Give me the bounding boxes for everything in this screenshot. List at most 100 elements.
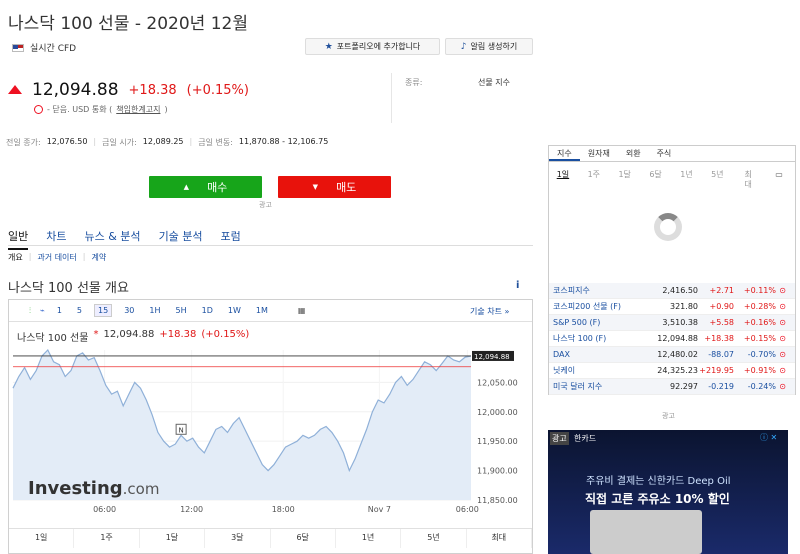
range-1m[interactable]: 1달 bbox=[140, 529, 206, 548]
range-6m[interactable]: 6달 bbox=[271, 529, 336, 548]
row-name[interactable]: 닛케이 bbox=[553, 365, 643, 376]
ad-label: 광고 bbox=[259, 201, 272, 209]
buy-button[interactable]: ▲ 매수 bbox=[149, 176, 262, 198]
table-row[interactable]: 나스닥 100 (F) 12,094.88 +18.38 +0.15% ⊙ bbox=[549, 331, 795, 347]
chat-icon[interactable]: ▭ bbox=[772, 170, 786, 190]
chart-toolbar: ⫶ ⌁ 1 5 15 30 1H 5H 1D 1W 1M ▦ bbox=[9, 300, 532, 322]
period-1m[interactable]: 1달 bbox=[618, 170, 632, 190]
last-price: 12,094.88 bbox=[32, 80, 119, 100]
timeframe-30[interactable]: 30 bbox=[121, 305, 137, 316]
row-name[interactable]: 미국 달러 지수 bbox=[553, 381, 643, 392]
status-dot-icon: ⊙ bbox=[779, 318, 786, 327]
row-name[interactable]: DAX bbox=[553, 350, 643, 359]
candle-icon[interactable]: ⫶ bbox=[29, 306, 31, 316]
price-row: 12,094.88 +18.38 (+0.15%) bbox=[8, 80, 249, 100]
subtab-historical[interactable]: 과거 데이터 bbox=[37, 252, 76, 263]
tab-news[interactable]: 뉴스 & 분석 bbox=[85, 228, 141, 250]
timeframe-1[interactable]: 1 bbox=[54, 305, 65, 316]
tab-forum[interactable]: 포럼 bbox=[221, 228, 241, 250]
period-1d[interactable]: 1일 bbox=[556, 170, 570, 190]
us-flag-icon bbox=[12, 43, 24, 52]
row-name[interactable]: S&P 500 (F) bbox=[553, 318, 643, 327]
price-chart[interactable]: 12,050.00 12,000.00 11,950.00 11,900.00 11,8… bbox=[9, 340, 532, 528]
row-last: 3,510.38 bbox=[662, 318, 698, 327]
period-max[interactable]: 최대 bbox=[741, 170, 755, 190]
row-last: 24,325.23 bbox=[657, 366, 698, 375]
row-last: 2,416.50 bbox=[662, 286, 698, 295]
table-row[interactable]: 미국 달러 지수 92.297 -0.219 -0.24% ⊙ bbox=[549, 379, 795, 395]
realtime-label: 실시간 CFD bbox=[30, 44, 77, 54]
clock-icon bbox=[34, 105, 43, 114]
row-last: 12,480.02 bbox=[657, 350, 698, 359]
table-row[interactable]: 코스피지수 2,416.50 +2.71 +0.11% ⊙ bbox=[549, 283, 795, 299]
info-icon[interactable]: i bbox=[516, 280, 519, 291]
markets-table: 코스피지수 2,416.50 +2.71 +0.11% ⊙ 코스피200 선물 (F) 32… bbox=[549, 283, 795, 395]
period-1y[interactable]: 1년 bbox=[680, 170, 694, 190]
subtab-contract[interactable]: 계약 bbox=[91, 252, 106, 263]
timeframe-5h[interactable]: 5H bbox=[173, 305, 190, 316]
area-chart-icon[interactable]: ⌁ bbox=[40, 306, 45, 315]
divider: | bbox=[82, 252, 86, 261]
range-5y[interactable]: 5년 bbox=[401, 529, 467, 548]
prev-close-value: 12,076.50 bbox=[46, 137, 88, 146]
range-1y[interactable]: 1년 bbox=[336, 529, 402, 548]
range-3m[interactable]: 3달 bbox=[205, 529, 271, 548]
create-alert-label: 알림 생성하기 bbox=[470, 42, 518, 51]
period-5y[interactable]: 5년 bbox=[710, 170, 724, 190]
timeframe-1d[interactable]: 1D bbox=[199, 305, 216, 316]
tab-commodities[interactable]: 원자재 bbox=[580, 146, 618, 161]
ad-label: 광고 bbox=[662, 412, 675, 420]
arrow-down-icon: ▼ bbox=[312, 183, 319, 191]
sell-button[interactable]: ▼ 매도 bbox=[278, 176, 391, 198]
y-tick-label: 11,950.00 bbox=[477, 437, 518, 446]
disclaimer-link[interactable]: 책임한계고지 bbox=[116, 104, 160, 115]
tab-overview[interactable]: 일반 bbox=[8, 228, 29, 250]
market-status: - 닫음. USD 통화 (책임한계고지) bbox=[34, 104, 168, 115]
calendar-icon[interactable]: ▦ bbox=[298, 306, 306, 315]
open-label: 금일 시가: bbox=[102, 138, 137, 147]
timeframe-1h[interactable]: 1H bbox=[146, 305, 163, 316]
star-icon: ★ bbox=[324, 41, 333, 52]
add-to-portfolio-button[interactable]: ★ 포트폴리오에 추가합니다 bbox=[305, 38, 440, 55]
panel-periods: 1일 1주 1달 6달 1년 5년 최대 ▭ bbox=[556, 170, 786, 190]
ad-info-icon[interactable]: ⓘ ✕ bbox=[760, 432, 777, 443]
ad-subheadline: 직접 고른 주유소 10% 할인 bbox=[585, 492, 730, 506]
table-row[interactable]: 코스피200 선물 (F) 321.80 +0.90 +0.28% ⊙ bbox=[549, 299, 795, 315]
table-row[interactable]: S&P 500 (F) 3,510.38 +5.58 +0.16% ⊙ bbox=[549, 315, 795, 331]
timeframe-1m[interactable]: 1M bbox=[253, 305, 271, 316]
up-arrow-icon bbox=[8, 84, 22, 94]
create-alert-button[interactable]: ♪ 알림 생성하기 bbox=[445, 38, 533, 55]
buy-label: 매수 bbox=[207, 181, 228, 194]
tab-technical[interactable]: 기술 분석 bbox=[159, 228, 203, 250]
row-change: +18.38 bbox=[704, 334, 734, 343]
row-name[interactable]: 코스피지수 bbox=[553, 285, 643, 296]
tab-chart[interactable]: 차트 bbox=[46, 228, 66, 250]
x-tick-label: 06:00 bbox=[93, 505, 116, 514]
technical-chart-link[interactable]: 기술 차트 » bbox=[470, 306, 509, 317]
card-image bbox=[590, 510, 702, 554]
row-change-percent: +0.16% bbox=[743, 318, 776, 327]
x-tick-label: 06:00 bbox=[456, 505, 479, 514]
range-1d[interactable]: 1일 bbox=[9, 529, 75, 548]
period-6m[interactable]: 6달 bbox=[649, 170, 663, 190]
loading-spinner-icon bbox=[654, 213, 682, 241]
timeframe-5[interactable]: 5 bbox=[74, 305, 85, 316]
period-1w[interactable]: 1주 bbox=[587, 170, 601, 190]
divider: | bbox=[28, 252, 32, 261]
tab-indices[interactable]: 지수 bbox=[549, 146, 580, 161]
timeframe-1w[interactable]: 1W bbox=[225, 305, 244, 316]
row-change-percent: -0.24% bbox=[747, 382, 776, 391]
subtab-overview[interactable]: 개요 bbox=[8, 252, 23, 263]
range-tabs: 1일 1주 1달 3달 6달 1년 5년 최대 bbox=[9, 528, 532, 548]
y-tick-label: 11,850.00 bbox=[477, 496, 518, 505]
tab-fx[interactable]: 외환 bbox=[618, 146, 649, 161]
table-row[interactable]: 닛케이 24,325.23 +219.95 +0.91% ⊙ bbox=[549, 363, 795, 379]
row-last: 12,094.88 bbox=[657, 334, 698, 343]
timeframe-15[interactable]: 15 bbox=[94, 304, 113, 317]
range-1w[interactable]: 1주 bbox=[74, 529, 140, 548]
range-max[interactable]: 최대 bbox=[467, 529, 532, 548]
table-row[interactable]: DAX 12,480.02 -88.07 -0.70% ⊙ bbox=[549, 347, 795, 363]
row-name[interactable]: 나스닥 100 (F) bbox=[553, 333, 643, 344]
tab-stocks[interactable]: 주식 bbox=[649, 146, 680, 161]
row-name[interactable]: 코스피200 선물 (F) bbox=[553, 301, 643, 312]
